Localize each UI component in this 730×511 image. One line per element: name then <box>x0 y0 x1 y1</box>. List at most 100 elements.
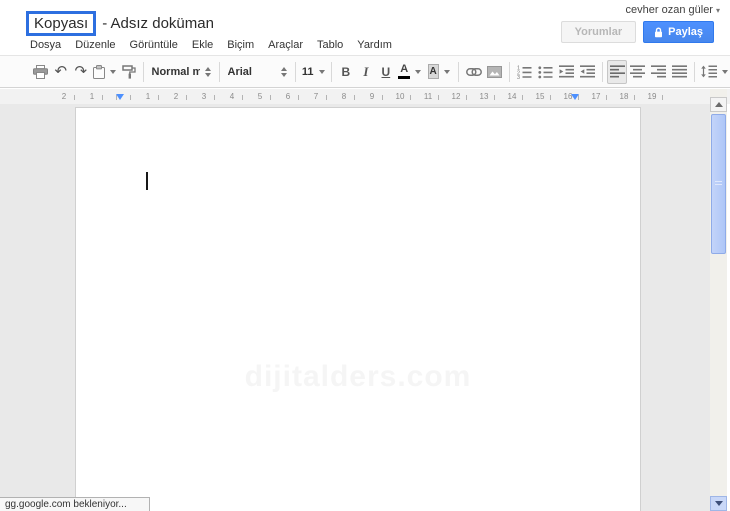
ruler-number: 14 <box>505 92 519 101</box>
ruler-number: 2 <box>59 92 69 101</box>
ruler-number: 19 <box>645 92 659 101</box>
bold-icon: B <box>341 64 351 79</box>
scrollbar-thumb[interactable] <box>711 114 726 254</box>
menu-item-2[interactable]: Düzenle <box>75 39 115 51</box>
italic-button[interactable]: I <box>356 60 376 84</box>
title-rest-text[interactable]: - Adsız doküman <box>102 15 214 32</box>
ruler-number: 12 <box>449 92 463 101</box>
numbered-list-icon: 123 <box>517 65 532 79</box>
chevron-down-icon: ▾ <box>715 6 720 15</box>
indent-icon <box>579 65 595 78</box>
stepper-icon <box>204 66 211 77</box>
justify-icon <box>672 65 687 78</box>
document-title: Kopyası - Adsız doküman <box>26 11 214 36</box>
ruler-number: 11 <box>421 92 435 101</box>
chevron-down-icon <box>721 69 728 74</box>
header-buttons: Yorumlar Paylaş <box>560 21 714 43</box>
ruler-number: 13 <box>477 92 491 101</box>
text-color-button[interactable]: A <box>396 60 424 84</box>
share-button[interactable]: Paylaş <box>643 21 714 43</box>
ruler-number: 4 <box>227 92 237 101</box>
menu-item-7[interactable]: Tablo <box>317 39 343 51</box>
arrow-down-icon <box>714 501 723 506</box>
justify-button[interactable] <box>669 60 690 84</box>
status-tooltip: gg.google.com bekleniyor... <box>0 497 150 511</box>
align-left-button[interactable] <box>606 59 628 84</box>
highlight-color-button[interactable]: A <box>424 60 454 84</box>
font-size-dropdown[interactable]: 11 <box>300 60 327 84</box>
toolbar-separator <box>509 61 511 82</box>
chevron-down-icon <box>443 69 450 74</box>
menu-item-6[interactable]: Araçlar <box>268 39 303 51</box>
decrease-indent-button[interactable] <box>556 60 577 84</box>
image-icon <box>487 65 503 78</box>
undo-button[interactable]: ↶ <box>51 60 71 84</box>
styles-dropdown[interactable]: Normal m... <box>148 60 215 84</box>
underline-icon: U <box>381 64 391 79</box>
font-size-value: 11 <box>301 65 314 78</box>
share-button-label: Paylaş <box>668 26 703 38</box>
numbered-list-button[interactable]: 123 <box>514 60 535 84</box>
account-menu[interactable]: cevher ozan güler ▾ <box>626 4 720 16</box>
toolbar-separator <box>457 61 459 82</box>
line-spacing-button[interactable] <box>699 60 730 84</box>
align-center-button[interactable] <box>627 60 648 84</box>
text-color-icon: A <box>398 64 411 79</box>
ruler-number: 6 <box>283 92 293 101</box>
ruler-number: 10 <box>393 92 407 101</box>
text-cursor <box>146 172 148 190</box>
clipboard-icon <box>93 64 106 79</box>
ruler-number: 5 <box>255 92 265 101</box>
left-indent-marker[interactable] <box>116 94 124 100</box>
document-area: dijitalders.com <box>0 104 710 511</box>
toolbar-separator <box>294 61 296 82</box>
align-right-button[interactable] <box>648 60 669 84</box>
menu-item-1[interactable]: Dosya <box>30 39 61 51</box>
ruler-number: 18 <box>617 92 631 101</box>
styles-value: Normal m... <box>151 65 200 78</box>
undo-icon: ↶ <box>54 63 68 80</box>
right-indent-marker[interactable] <box>571 94 579 100</box>
bold-button[interactable]: B <box>336 60 356 84</box>
menu-item-8[interactable]: Yardım <box>357 39 392 51</box>
insert-image-button[interactable] <box>484 60 505 84</box>
watermark: dijitalders.com <box>244 360 472 393</box>
comments-button[interactable]: Yorumlar <box>560 21 637 43</box>
link-icon <box>465 67 482 76</box>
font-dropdown[interactable]: Arial <box>224 60 291 84</box>
web-clipboard-button[interactable] <box>91 60 119 84</box>
increase-indent-button[interactable] <box>577 60 598 84</box>
ruler-number: 8 <box>339 92 349 101</box>
ruler-number: 9 <box>367 92 377 101</box>
ruler-number: 15 <box>533 92 547 101</box>
redo-button[interactable]: ↷ <box>71 60 91 84</box>
title-selected-text: Kopyası <box>34 15 89 32</box>
menu-item-5[interactable]: Biçim <box>227 39 254 51</box>
align-left-icon <box>609 65 625 78</box>
underline-button[interactable]: U <box>376 60 396 84</box>
vertical-scrollbar[interactable] <box>710 89 727 511</box>
printer-icon <box>32 64 48 79</box>
chevron-down-icon <box>415 69 422 74</box>
insert-link-button[interactable] <box>463 60 485 84</box>
redo-icon: ↷ <box>74 63 88 80</box>
align-center-icon <box>630 65 646 78</box>
align-right-icon <box>651 65 667 78</box>
scroll-down-button[interactable] <box>710 496 727 511</box>
menu-item-3[interactable]: Görüntüle <box>130 39 178 51</box>
font-value: Arial <box>227 65 252 78</box>
print-button[interactable] <box>30 60 51 84</box>
scroll-up-button[interactable] <box>710 97 727 112</box>
ruler-number: 3 <box>199 92 209 101</box>
menubar: Dosya Düzenle Görüntüle Ekle Biçim Araçlar Tab… <box>30 39 406 51</box>
outdent-icon <box>558 65 574 78</box>
toolbar-separator <box>693 61 695 82</box>
ruler: 2 1 1 2 3 4 5 6 7 8 9 10 11 12 13 14 15 16 17 18 19 <box>0 89 730 104</box>
svg-text:3: 3 <box>517 75 520 79</box>
title-selection-box[interactable]: Kopyası <box>26 11 97 36</box>
bulleted-list-button[interactable] <box>535 60 556 84</box>
document-page[interactable]: dijitalders.com <box>75 107 641 511</box>
chevron-down-icon <box>318 69 325 74</box>
menu-item-4[interactable]: Ekle <box>192 39 213 51</box>
paint-format-button[interactable] <box>119 60 139 84</box>
